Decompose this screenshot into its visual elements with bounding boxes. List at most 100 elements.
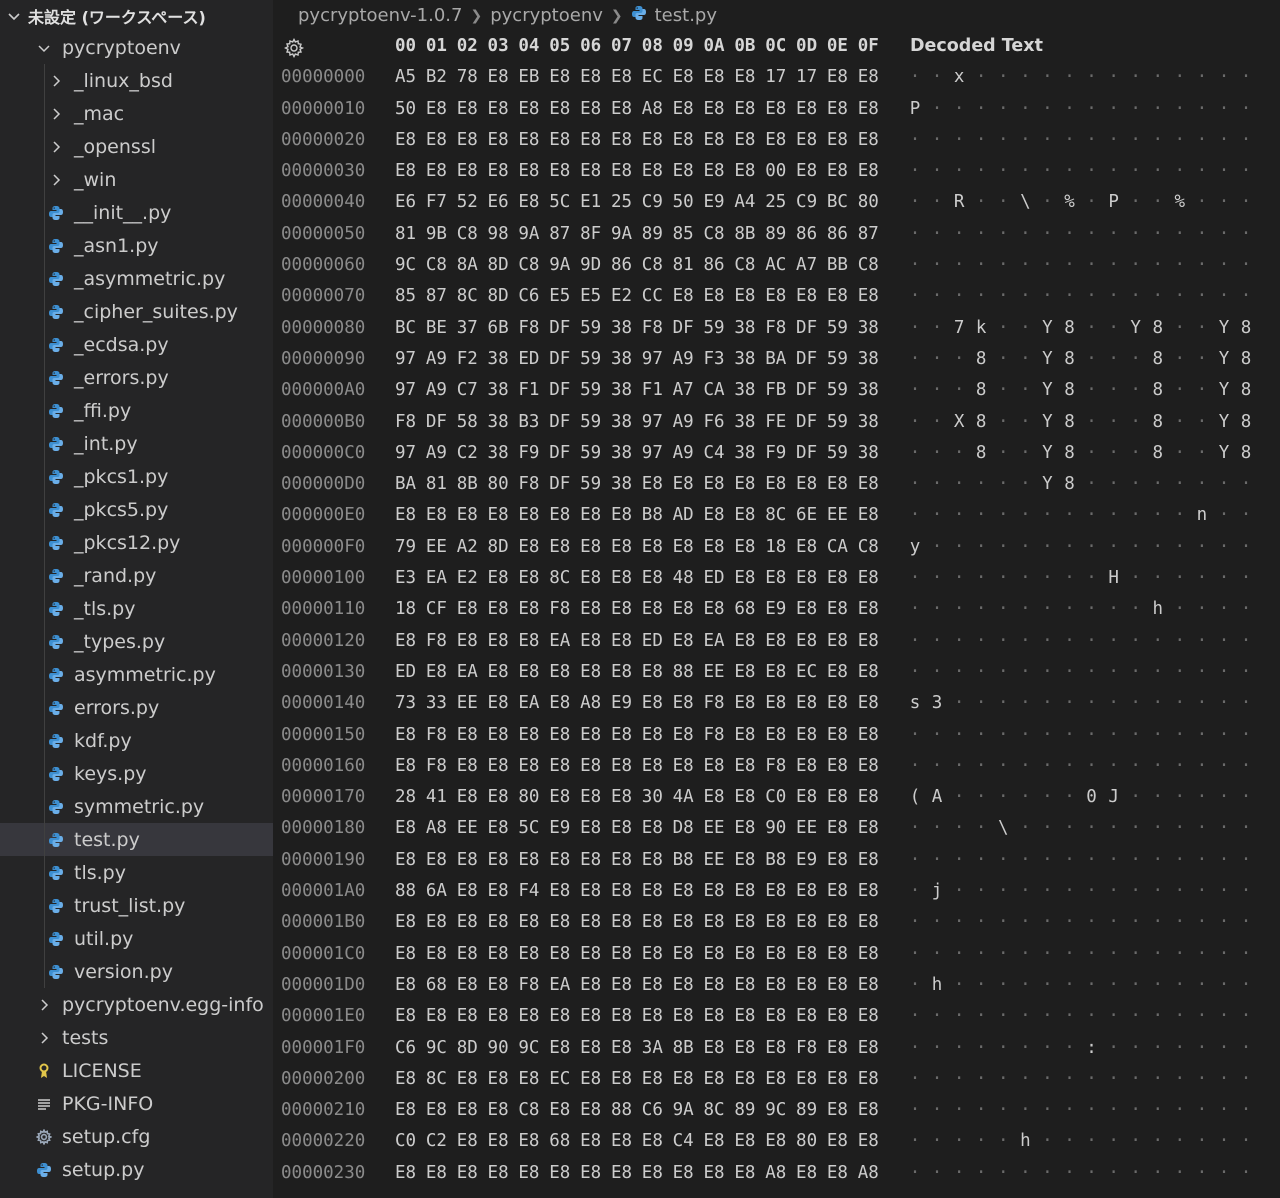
- tree-item[interactable]: setup.cfg: [0, 1120, 273, 1153]
- decoded-dot[interactable]: ·: [1147, 751, 1169, 782]
- hex-byte[interactable]: E8: [765, 94, 786, 125]
- decoded-dot[interactable]: ·: [1235, 688, 1257, 719]
- hex-byte[interactable]: E8: [858, 156, 879, 187]
- hex-byte[interactable]: 59: [580, 344, 601, 375]
- hex-byte[interactable]: E8: [673, 532, 694, 563]
- hex-byte[interactable]: E8: [765, 125, 786, 156]
- decoded-dot[interactable]: ·: [948, 970, 970, 1001]
- hex-byte[interactable]: E8: [858, 281, 879, 312]
- decoded-dot[interactable]: ·: [1169, 845, 1191, 876]
- decoded-dot[interactable]: ·: [1125, 156, 1147, 187]
- hex-byte[interactable]: 38: [488, 344, 509, 375]
- hex-byte[interactable]: F1: [642, 375, 663, 406]
- decoded-dot[interactable]: ·: [1191, 1126, 1213, 1157]
- decoded-dot[interactable]: ·: [1191, 250, 1213, 281]
- hex-byte[interactable]: E8: [611, 1064, 632, 1095]
- hex-byte[interactable]: B3: [518, 407, 539, 438]
- decoded-dot[interactable]: ·: [1213, 688, 1235, 719]
- hex-byte[interactable]: 38: [734, 407, 755, 438]
- hex-byte[interactable]: A9: [673, 438, 694, 469]
- decoded-dot[interactable]: ·: [1213, 813, 1235, 844]
- tree-item[interactable]: setup.py: [0, 1153, 273, 1186]
- hex-byte[interactable]: F6: [704, 407, 725, 438]
- hex-byte[interactable]: E8: [642, 657, 663, 688]
- decoded-dot[interactable]: ·: [1147, 500, 1169, 531]
- decoded-dot[interactable]: ·: [992, 970, 1014, 1001]
- hex-byte[interactable]: E8: [796, 156, 817, 187]
- hex-byte[interactable]: E8: [796, 1001, 817, 1032]
- decoded-dot[interactable]: ·: [1036, 751, 1058, 782]
- hex-byte[interactable]: E8: [395, 813, 416, 844]
- hex-byte[interactable]: BA: [395, 469, 416, 500]
- hex-byte[interactable]: 41: [426, 782, 447, 813]
- decoded-dot[interactable]: ·: [1169, 813, 1191, 844]
- decoded-dot[interactable]: ·: [992, 469, 1014, 500]
- decoded-dot[interactable]: ·: [1081, 125, 1103, 156]
- hex-byte[interactable]: 6A: [426, 876, 447, 907]
- hex-byte[interactable]: E1: [580, 187, 601, 218]
- hex-byte[interactable]: E8: [518, 845, 539, 876]
- decoded-dot[interactable]: ·: [1213, 751, 1235, 782]
- hex-byte[interactable]: E8: [734, 626, 755, 657]
- hex-byte[interactable]: E8: [518, 594, 539, 625]
- decoded-dot[interactable]: ·: [1014, 1095, 1036, 1126]
- hex-byte[interactable]: E8: [580, 1064, 601, 1095]
- hex-byte[interactable]: F9: [518, 438, 539, 469]
- decoded-dot[interactable]: ·: [992, 563, 1014, 594]
- decoded-dot[interactable]: ·: [1169, 219, 1191, 250]
- hex-byte[interactable]: E8: [611, 813, 632, 844]
- decoded-dot[interactable]: ·: [926, 720, 948, 751]
- decoded-char[interactable]: 8: [1058, 469, 1080, 500]
- decoded-dot[interactable]: ·: [1235, 219, 1257, 250]
- decoded-dot[interactable]: ·: [1014, 876, 1036, 907]
- hex-byte[interactable]: E8: [734, 970, 755, 1001]
- decoded-dot[interactable]: ·: [1058, 1033, 1080, 1064]
- hex-byte[interactable]: E8: [580, 156, 601, 187]
- decoded-dot[interactable]: ·: [926, 94, 948, 125]
- decoded-dot[interactable]: ·: [948, 94, 970, 125]
- tree-item[interactable]: tls.py: [0, 856, 273, 889]
- hex-byte[interactable]: E8: [580, 1158, 601, 1189]
- hex-byte[interactable]: E8: [858, 657, 879, 688]
- hex-byte[interactable]: 97: [395, 344, 416, 375]
- hex-byte[interactable]: E8: [673, 156, 694, 187]
- hex-byte[interactable]: A8: [765, 1158, 786, 1189]
- decoded-dot[interactable]: ·: [1191, 375, 1213, 406]
- hex-byte[interactable]: E8: [580, 751, 601, 782]
- hex-byte[interactable]: EA: [549, 626, 570, 657]
- decoded-char[interactable]: j: [926, 876, 948, 907]
- decoded-dot[interactable]: ·: [1014, 720, 1036, 751]
- decoded-dot[interactable]: ·: [926, 407, 948, 438]
- tree-item[interactable]: __init__.py: [0, 196, 273, 229]
- decoded-dot[interactable]: ·: [948, 751, 970, 782]
- hex-byte[interactable]: D8: [673, 813, 694, 844]
- decoded-dot[interactable]: ·: [1014, 1158, 1036, 1189]
- hex-byte[interactable]: E8: [488, 626, 509, 657]
- decoded-dot[interactable]: ·: [970, 688, 992, 719]
- hex-byte[interactable]: E8: [796, 94, 817, 125]
- hex-byte[interactable]: A9: [426, 344, 447, 375]
- decoded-dot[interactable]: ·: [1103, 62, 1125, 93]
- decoded-dot[interactable]: ·: [904, 657, 926, 688]
- decoded-dot[interactable]: ·: [1103, 970, 1125, 1001]
- decoded-char[interactable]: 8: [970, 438, 992, 469]
- hex-byte[interactable]: DF: [549, 313, 570, 344]
- decoded-char[interactable]: (: [904, 782, 926, 813]
- decoded-dot[interactable]: ·: [1169, 876, 1191, 907]
- decoded-dot[interactable]: ·: [992, 313, 1014, 344]
- decoded-dot[interactable]: ·: [992, 907, 1014, 938]
- decoded-dot[interactable]: ·: [992, 187, 1014, 218]
- hex-byte[interactable]: 28: [395, 782, 416, 813]
- decoded-dot[interactable]: ·: [1169, 250, 1191, 281]
- hex-byte[interactable]: 8D: [488, 281, 509, 312]
- hex-byte[interactable]: 38: [734, 438, 755, 469]
- hex-byte[interactable]: E8: [796, 751, 817, 782]
- hex-byte[interactable]: 59: [704, 313, 725, 344]
- hex-byte[interactable]: F4: [518, 876, 539, 907]
- hex-byte[interactable]: E8: [457, 907, 478, 938]
- hex-byte[interactable]: AD: [673, 500, 694, 531]
- hex-byte[interactable]: 9A: [549, 250, 570, 281]
- decoded-dot[interactable]: ·: [970, 219, 992, 250]
- hex-byte[interactable]: 89: [734, 1095, 755, 1126]
- decoded-dot[interactable]: ·: [1058, 876, 1080, 907]
